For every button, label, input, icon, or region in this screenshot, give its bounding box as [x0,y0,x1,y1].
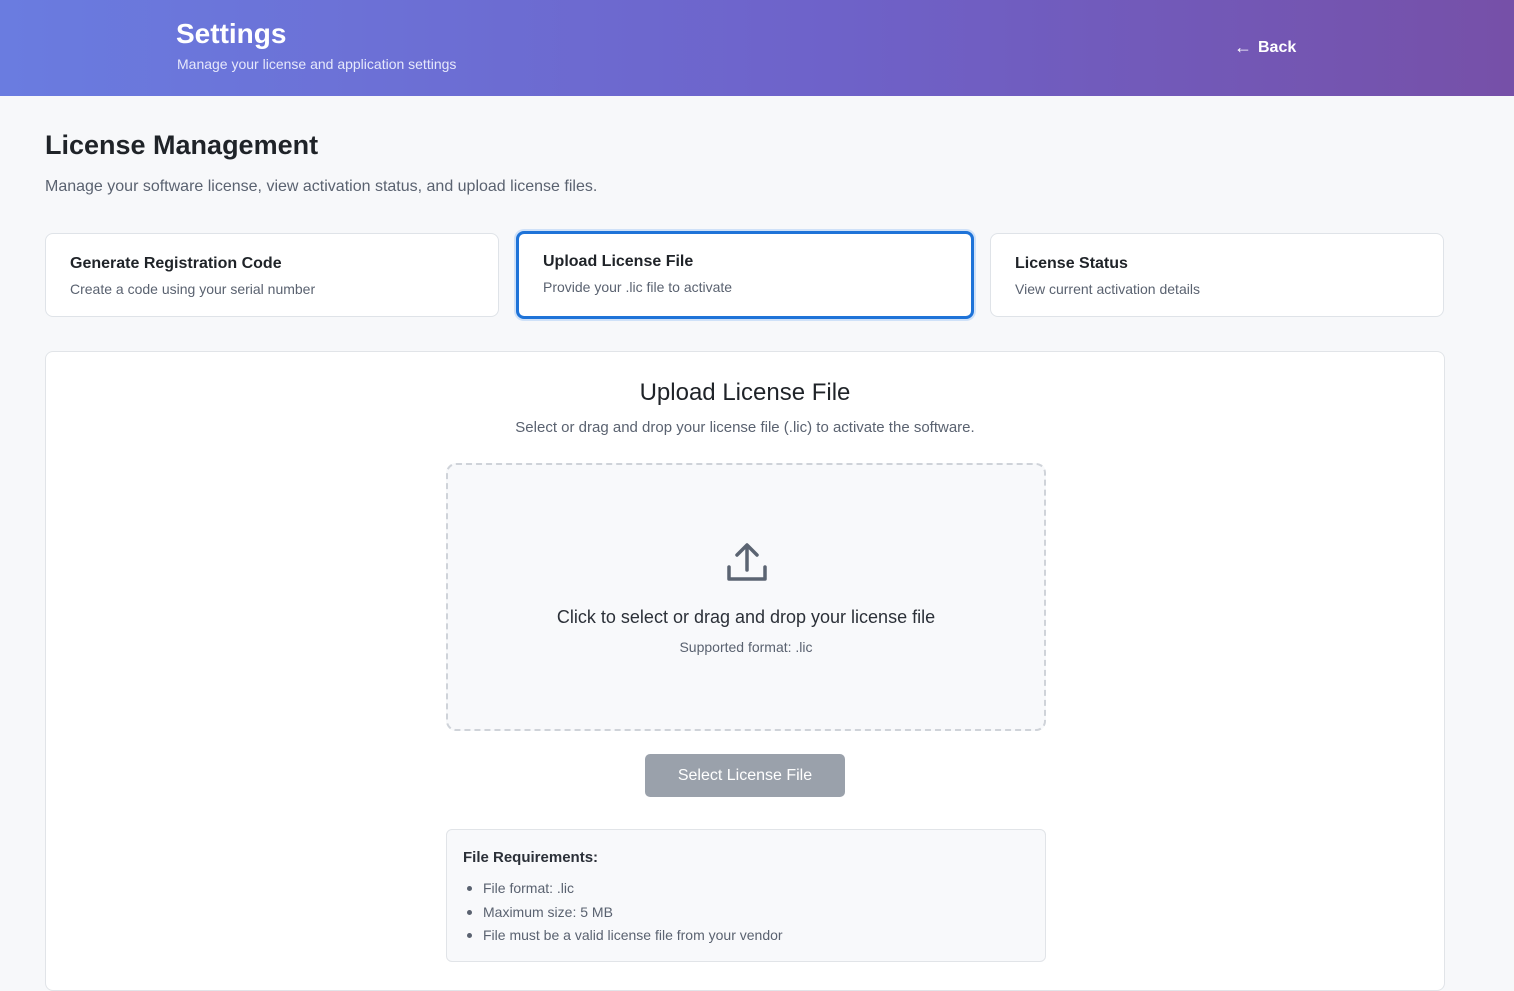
tab-upload-license-file[interactable]: Upload License File Provide your .lic fi… [516,231,974,319]
back-label: Back [1258,38,1297,56]
requirements-title: File Requirements: [463,849,599,866]
header-title: Settings [176,18,287,49]
header-subtitle: Manage your license and application sett… [177,56,457,72]
list-item: Maximum size: 5 MB [463,904,783,928]
select-license-file-button[interactable]: Select License File [645,754,845,797]
license-dropzone[interactable]: Click to select or drag and drop your li… [446,463,1046,731]
dropzone-format-hint: Supported format: .lic [679,639,813,655]
tab-title: Generate Registration Code [70,255,282,272]
dropzone-text: Click to select or drag and drop your li… [556,607,936,627]
page-description: Manage your software license, view activ… [45,178,598,195]
tab-title: License Status [1015,255,1128,272]
back-arrow-icon: ← [1234,37,1252,57]
tab-subtitle: Provide your .lic file to activate [543,279,733,295]
tab-subtitle: View current activation details [1015,281,1200,297]
tab-generate-registration-code[interactable]: Generate Registration Code Create a code… [45,233,499,317]
list-item: File format: .lic [463,880,783,904]
file-requirements-box: File Requirements: File format: .lic Max… [446,829,1046,962]
upload-title: Upload License File [639,379,851,406]
tab-subtitle: Create a code using your serial number [70,281,316,297]
upload-icon [727,543,767,581]
tab-title: Upload License File [543,253,694,270]
tab-license-status[interactable]: License Status View current activation d… [990,233,1444,317]
back-button[interactable]: ← Back [1234,37,1296,58]
upload-panel: Upload License File Select or drag and d… [45,351,1445,991]
requirements-list: File format: .lic Maximum size: 5 MB Fil… [463,880,783,951]
app-header: Settings Manage your license and applica… [0,0,1514,96]
page-title: License Management [45,130,319,160]
list-item: File must be a valid license file from y… [463,927,783,951]
upload-description: Select or drag and drop your license fil… [515,419,975,436]
